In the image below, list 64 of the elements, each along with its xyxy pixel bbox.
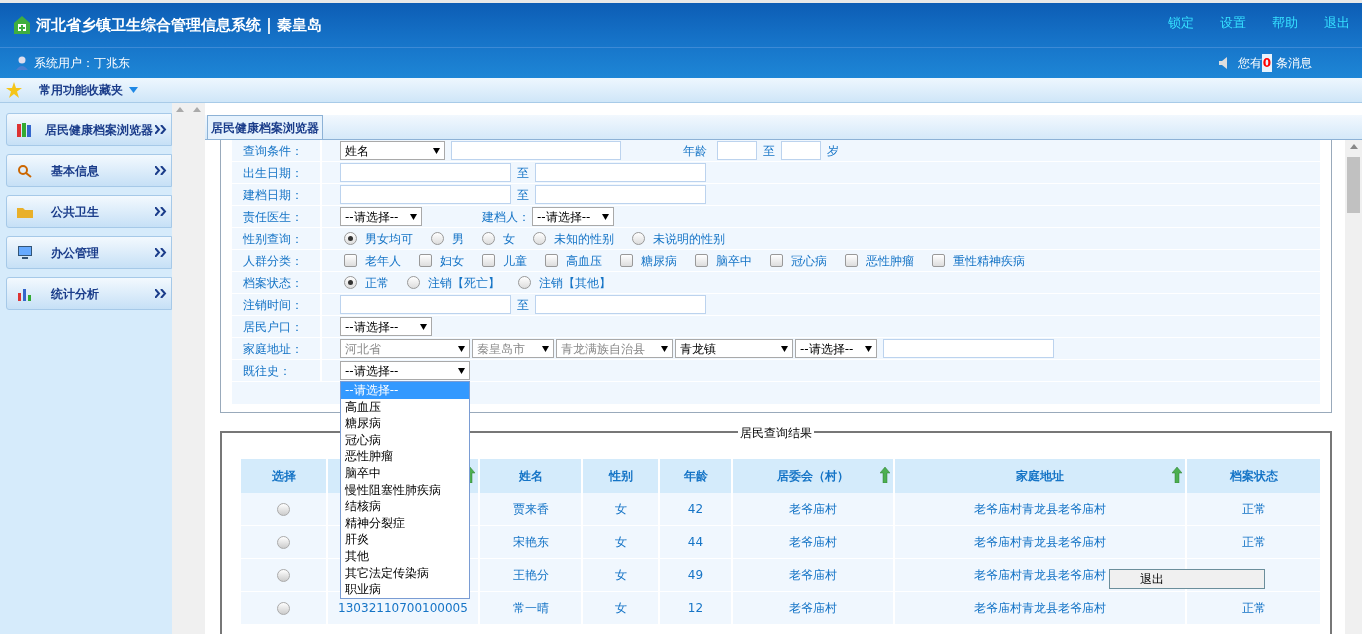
field-label: 档案状态： <box>243 274 303 292</box>
option-label: 妇女 <box>440 252 464 270</box>
field-label: 至 <box>517 186 529 204</box>
table-cell-text: 王艳分 <box>512 567 549 584</box>
option-label: 女 <box>503 230 515 248</box>
field-label: 年龄 <box>683 142 707 160</box>
table-cell-text: 老爷庙村 <box>789 567 837 584</box>
field-label: 人群分类： <box>243 252 303 270</box>
table-cell-text: 49 <box>687 567 704 584</box>
field-label: 既往史： <box>243 362 291 380</box>
field-label: 岁 <box>827 142 839 160</box>
option-label: 正常 <box>365 274 389 292</box>
option-label: 恶性肿瘤 <box>866 252 914 270</box>
table-cell-text: 常一晴 <box>512 600 549 617</box>
option-label: 重性精神疾病 <box>953 252 1025 270</box>
option-label: 高血压 <box>566 252 602 270</box>
table-cell-text: 13032110700100005 <box>338 600 468 617</box>
field-label: 居民户口： <box>243 318 303 336</box>
field-label: 性别查询： <box>243 230 303 248</box>
table-cell-text: 42 <box>687 501 704 518</box>
option-label: 老年人 <box>365 252 401 270</box>
field-label: 责任医生： <box>243 208 303 226</box>
field-label: 出生日期： <box>243 164 303 182</box>
table-cell-text: 女 <box>614 600 627 617</box>
table-cell-text: 老爷庙村青龙县老爷庙村 <box>974 600 1106 617</box>
option-label: 男女均可 <box>365 230 413 248</box>
table-cell-text: 老爷庙村青龙县老爷庙村 <box>974 567 1106 584</box>
field-label: 家庭地址： <box>243 340 303 358</box>
table-cell-text: 老爷庙村青龙县老爷庙村 <box>974 534 1106 551</box>
table-cell-text: 正常 <box>1241 501 1266 518</box>
option-label: 糖尿病 <box>641 252 677 270</box>
app-title: 河北省乡镇卫生综合管理信息系统 | 秦皇岛 <box>36 14 322 36</box>
table-cell-text: 老爷庙村青龙县老爷庙村 <box>974 501 1106 518</box>
option-label: 冠心病 <box>791 252 827 270</box>
table-cell-text: 44 <box>687 534 704 551</box>
option-label: 注销【其他】 <box>539 274 611 292</box>
option-label: 男 <box>452 230 464 248</box>
option-label: 注销【死亡】 <box>428 274 500 292</box>
option-label: 未说明的性别 <box>653 230 725 248</box>
table-cell-text: 女 <box>614 534 627 551</box>
field-label: 至 <box>763 142 775 160</box>
table-cell-text: 正常 <box>1241 600 1266 617</box>
option-label: 儿童 <box>503 252 527 270</box>
option-label: 脑卒中 <box>716 252 752 270</box>
table-cell-text: 贾来香 <box>512 501 549 518</box>
field-label: 至 <box>517 296 529 314</box>
field-label: 注销时间： <box>243 296 303 314</box>
table-cell-text: 老爷庙村 <box>789 534 837 551</box>
field-label: 建档日期： <box>243 186 303 204</box>
option-label: 未知的性别 <box>554 230 614 248</box>
field-label: 建档人： <box>482 208 530 226</box>
table-cell-text: 女 <box>614 501 627 518</box>
message-text: 您有 <box>1237 55 1262 72</box>
table-cell-text: 12 <box>687 600 704 617</box>
table-cell-text: 老爷庙村 <box>789 600 837 617</box>
field-label: 至 <box>517 164 529 182</box>
panel-legend: 居民查询结果 <box>738 424 814 442</box>
table-cell-text: 女 <box>614 567 627 584</box>
message-text: 条消息 <box>1275 55 1312 72</box>
user-name: 系统用户：丁兆东 <box>34 55 130 72</box>
field-label: 查询条件： <box>243 142 303 160</box>
table-cell-text: 宋艳东 <box>512 534 549 551</box>
table-cell-text: 老爷庙村 <box>789 501 837 518</box>
table-cell-text: 正常 <box>1241 534 1266 551</box>
